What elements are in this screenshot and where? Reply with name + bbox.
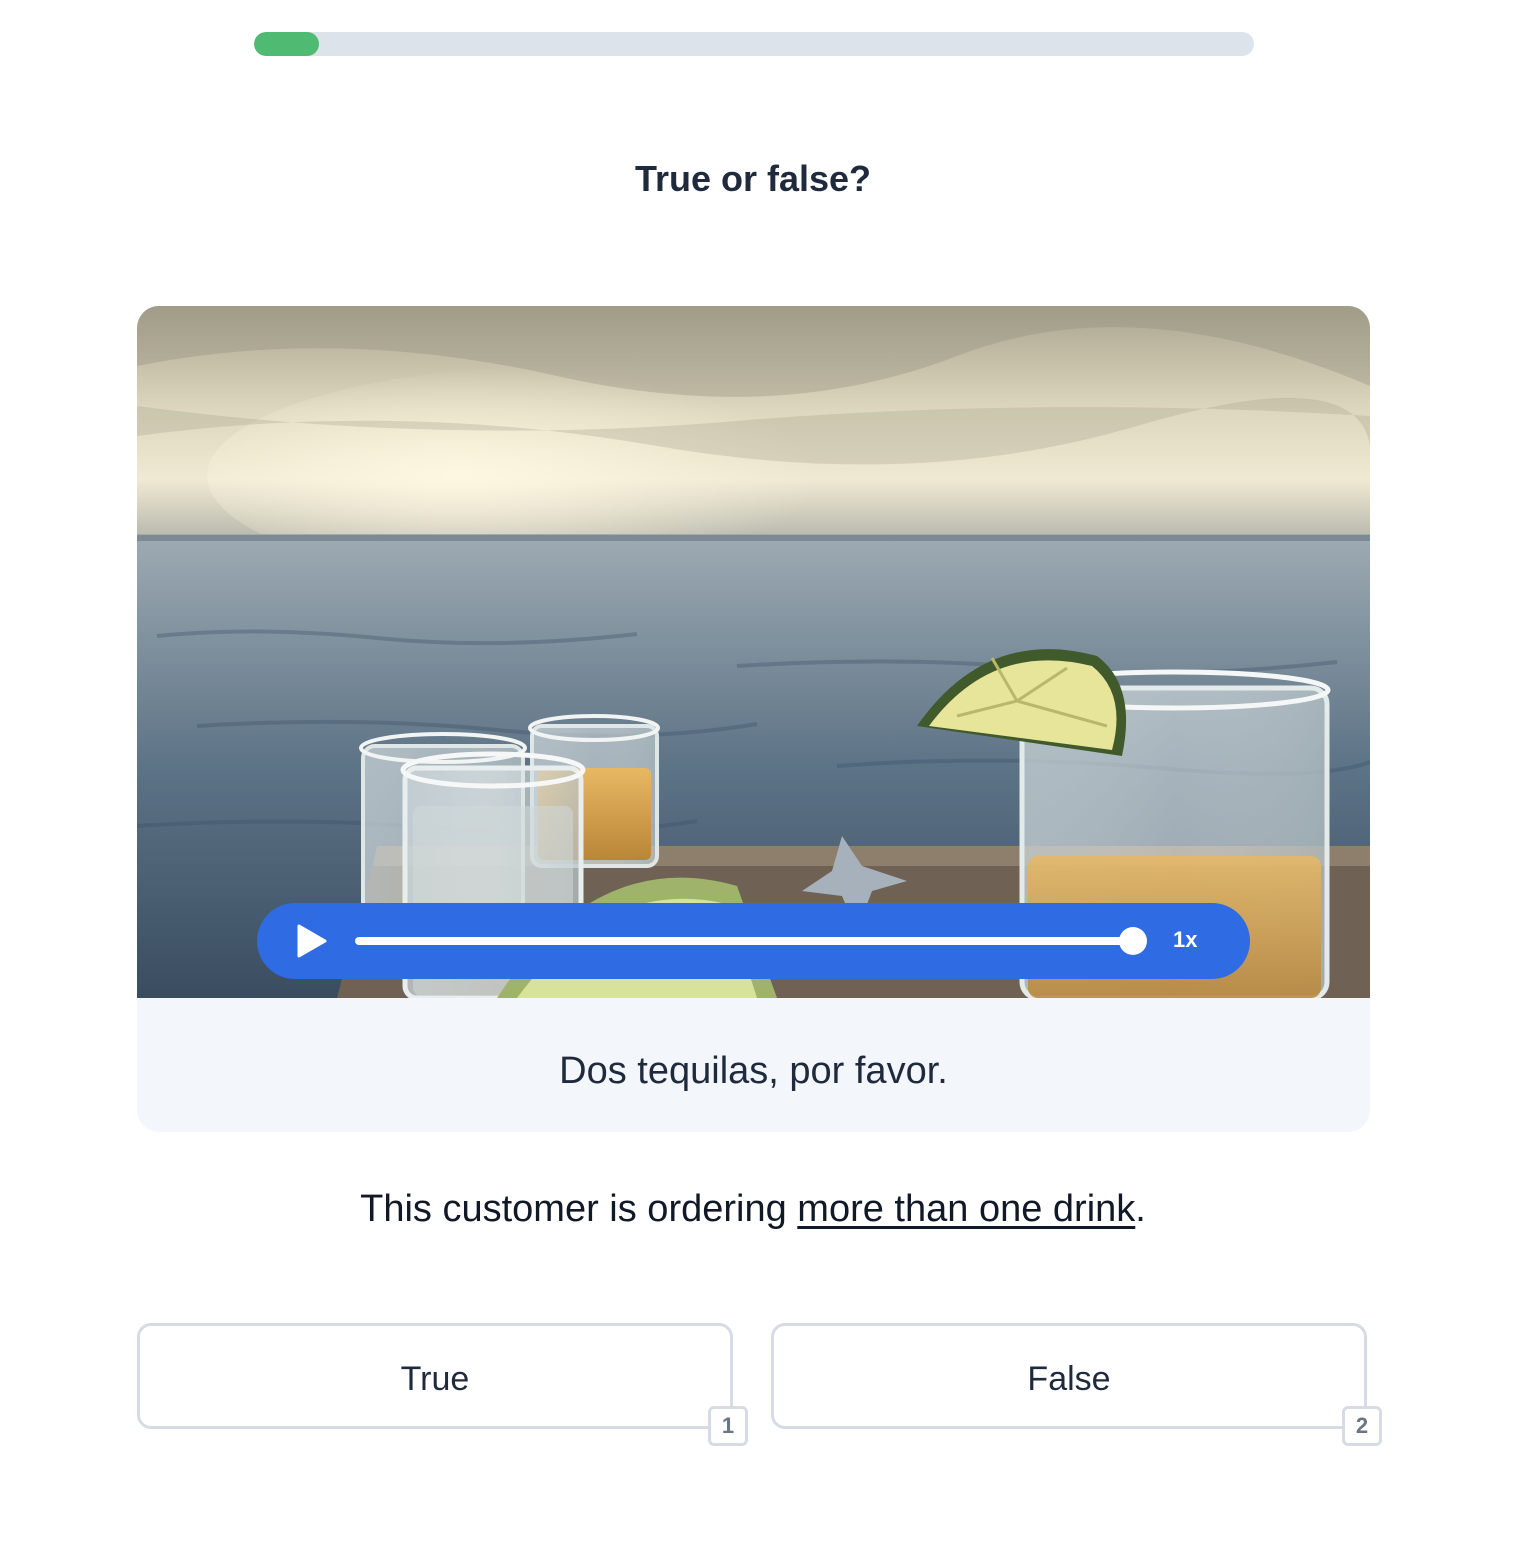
- progress-fill: [254, 32, 319, 56]
- play-icon: [297, 924, 327, 958]
- audio-seek-bar[interactable]: [355, 927, 1147, 955]
- option-true-button[interactable]: True 1: [137, 1323, 748, 1446]
- statement-emphasis: more than one drink: [797, 1188, 1136, 1230]
- play-button[interactable]: [291, 921, 331, 961]
- option-label: True: [400, 1360, 470, 1398]
- progress-bar: [254, 32, 1254, 56]
- statement-text-after: .: [1135, 1188, 1146, 1230]
- audio-caption: Dos tequilas, por favor.: [559, 1050, 948, 1092]
- audio-seek-thumb[interactable]: [1119, 927, 1147, 955]
- audio-player: 1x: [257, 903, 1250, 979]
- option-label: False: [1027, 1360, 1111, 1398]
- playback-speed-button[interactable]: 1x: [1173, 927, 1197, 953]
- statement-text-before: This customer is ordering: [360, 1188, 798, 1230]
- statement: This customer is ordering more than one …: [0, 1188, 1506, 1231]
- keyboard-shortcut-badge: 1: [708, 1406, 748, 1446]
- media-card: 1x Dos tequilas, por favor.: [137, 306, 1370, 1132]
- scene-image: [137, 306, 1370, 998]
- prompt-title: True or false?: [634, 158, 872, 199]
- keyboard-shortcut-badge: 2: [1342, 1406, 1382, 1446]
- option-false-button[interactable]: False 2: [771, 1323, 1382, 1446]
